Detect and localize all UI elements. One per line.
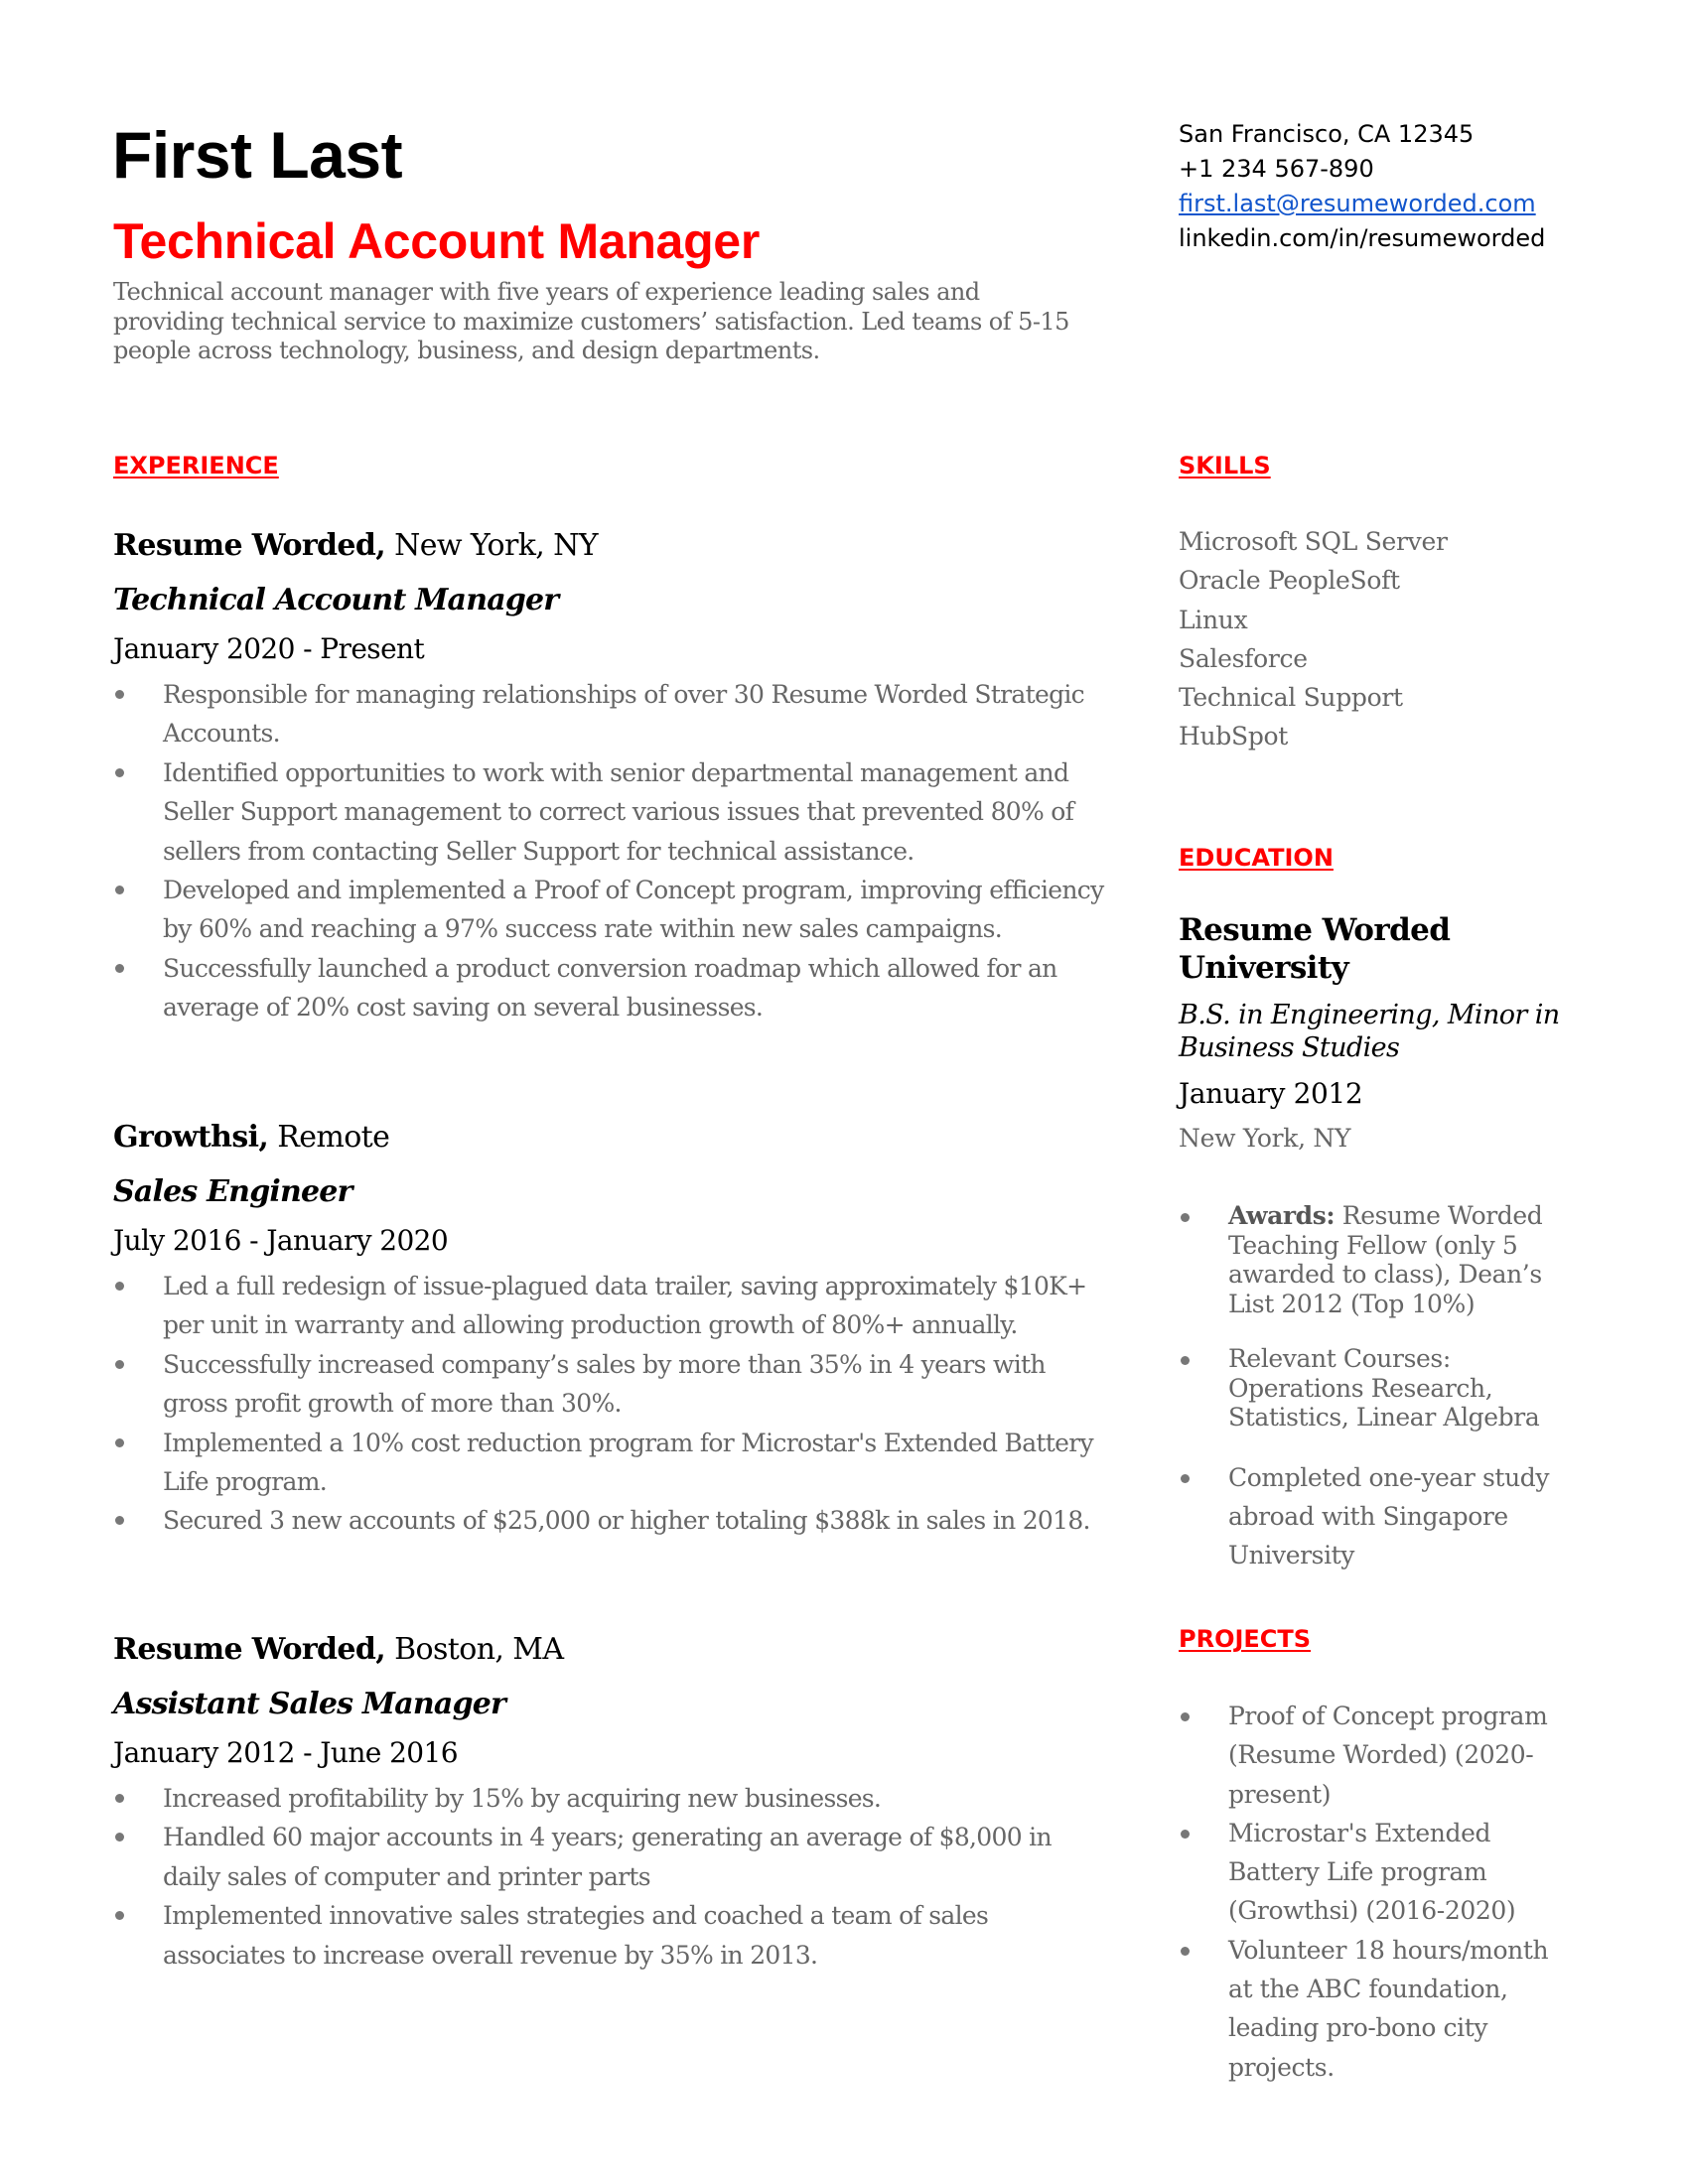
contact-phone: +1 234 567-890 (1179, 155, 1374, 183)
bullet-icon (115, 690, 124, 699)
bullet-icon (115, 767, 124, 777)
bullet-icon (1181, 1473, 1190, 1483)
bullet-icon (115, 1359, 124, 1369)
education-bullet: Awards: Resume Worded Teaching Fellow (o… (1179, 1201, 1576, 1318)
skill-item: Microsoft SQL Server (1179, 527, 1448, 556)
bullet-item: Identified opportunities to work with se… (113, 753, 1106, 871)
job-role: Assistant Sales Manager (113, 1687, 506, 1721)
bullet-icon (115, 1911, 124, 1921)
candidate-name: First Last (112, 118, 403, 192)
bullet-item: Handled 60 major accounts in 4 years; ge… (113, 1818, 1106, 1896)
company-name: Resume Worded, (113, 1632, 386, 1667)
skill-item: Technical Support (1179, 683, 1403, 713)
skills-list: Microsoft SQL Server Oracle PeopleSoft L… (1179, 522, 1448, 756)
job-dates: January 2020 - Present (113, 632, 425, 665)
skill-item: Salesforce (1179, 643, 1308, 673)
education-entry: Resume Worded University B.S. in Enginee… (1179, 911, 1596, 1156)
bullet-icon (1181, 1829, 1190, 1839)
job-dates: July 2016 - January 2020 (113, 1224, 449, 1257)
company-line: Resume Worded, Boston, MA (113, 1627, 1106, 1682)
company-name: Growthsi, (113, 1120, 269, 1155)
company-line: Growthsi, Remote (113, 1115, 1106, 1169)
education-bullet: Relevant Courses: Operations Research, S… (1179, 1344, 1576, 1433)
awards-label: Awards: (1228, 1201, 1336, 1230)
contact-block: San Francisco, CA 12345 +1 234 567-890 f… (1179, 117, 1545, 256)
education-bullets: Awards: Resume Worded Teaching Fellow (o… (1179, 1201, 1576, 1574)
project-item: Volunteer 18 hours/month at the ABC foun… (1179, 1931, 1576, 2087)
contact-linkedin: linkedin.com/in/resumeworded (1179, 224, 1546, 252)
summary: Technical account manager with five year… (113, 278, 1069, 364)
experience-entry: Resume Worded, New York, NY Technical Ac… (113, 523, 1106, 1027)
company-location: Boston, MA (385, 1632, 564, 1667)
bullet-icon (1181, 1712, 1190, 1721)
bullet-icon (115, 1794, 124, 1803)
skill-item: Oracle PeopleSoft (1179, 566, 1400, 596)
candidate-title: Technical Account Manager (113, 213, 760, 269)
bullet-icon (115, 1437, 124, 1447)
bullet-item: Implemented innovative sales strategies … (113, 1896, 1106, 1975)
bullet-item: Secured 3 new accounts of $25,000 or hig… (113, 1501, 1106, 1540)
bullet-item: Successfully launched a product conversi… (113, 949, 1106, 1027)
skills-heading: SKILLS (1179, 452, 1271, 479)
contact-location: San Francisco, CA 12345 (1179, 120, 1475, 148)
projects-list: Proof of Concept program (Resume Worded)… (1179, 1697, 1576, 2087)
bullet-item: Led a full redesign of issue-plagued dat… (113, 1267, 1106, 1345)
experience-heading: EXPERIENCE (113, 452, 279, 479)
job-bullets: Led a full redesign of issue-plagued dat… (113, 1267, 1106, 1541)
job-role: Sales Engineer (113, 1174, 352, 1209)
contact-email-link[interactable]: first.last@resumeworded.com (1179, 187, 1545, 221)
bullet-icon (115, 886, 124, 895)
skill-item: HubSpot (1179, 722, 1289, 751)
bullet-item: Increased profitability by 15% by acquir… (113, 1779, 1106, 1818)
school-location: New York, NY (1179, 1124, 1351, 1153)
bullet-icon (115, 1516, 124, 1526)
bullet-item: Implemented a 10% cost reduction program… (113, 1424, 1106, 1502)
bullet-icon (115, 963, 124, 973)
bullet-icon (115, 1833, 124, 1843)
skill-item: Linux (1179, 605, 1248, 634)
degree: B.S. in Engineering, Minor in Business S… (1179, 1000, 1560, 1063)
job-bullets: Increased profitability by 15% by acquir… (113, 1779, 1106, 1975)
graduation-date: January 2012 (1179, 1077, 1363, 1110)
job-bullets: Responsible for managing relationships o… (113, 675, 1106, 1027)
job-role: Technical Account Manager (113, 583, 559, 617)
bullet-item: Responsible for managing relationships o… (113, 675, 1106, 753)
bullet-item: Developed and implemented a Proof of Con… (113, 871, 1106, 949)
bullet-icon (1181, 1946, 1190, 1956)
projects-heading: PROJECTS (1179, 1625, 1312, 1653)
project-item: Proof of Concept program (Resume Worded)… (1179, 1697, 1576, 1814)
company-name: Resume Worded, (113, 528, 386, 563)
project-item: Microstar's Extended Battery Life progra… (1179, 1814, 1576, 1931)
experience-entry: Growthsi, Remote Sales Engineer July 201… (113, 1115, 1106, 1541)
school-name: Resume Worded University (1179, 912, 1451, 986)
company-location: New York, NY (385, 528, 599, 563)
company-location: Remote (268, 1120, 390, 1155)
education-bullet: Completed one-year study abroad with Sin… (1179, 1458, 1576, 1574)
experience-entry: Resume Worded, Boston, MA Assistant Sale… (113, 1627, 1106, 1975)
resume-page: First Last Technical Account Manager Tec… (0, 0, 1688, 2184)
job-dates: January 2012 - June 2016 (113, 1736, 459, 1769)
bullet-item: Successfully increased company’s sales b… (113, 1345, 1106, 1424)
company-line: Resume Worded, New York, NY (113, 523, 1106, 578)
bullet-icon (115, 1282, 124, 1291)
bullet-icon (1181, 1356, 1190, 1365)
bullet-icon (1181, 1213, 1190, 1222)
education-heading: EDUCATION (1179, 844, 1334, 872)
